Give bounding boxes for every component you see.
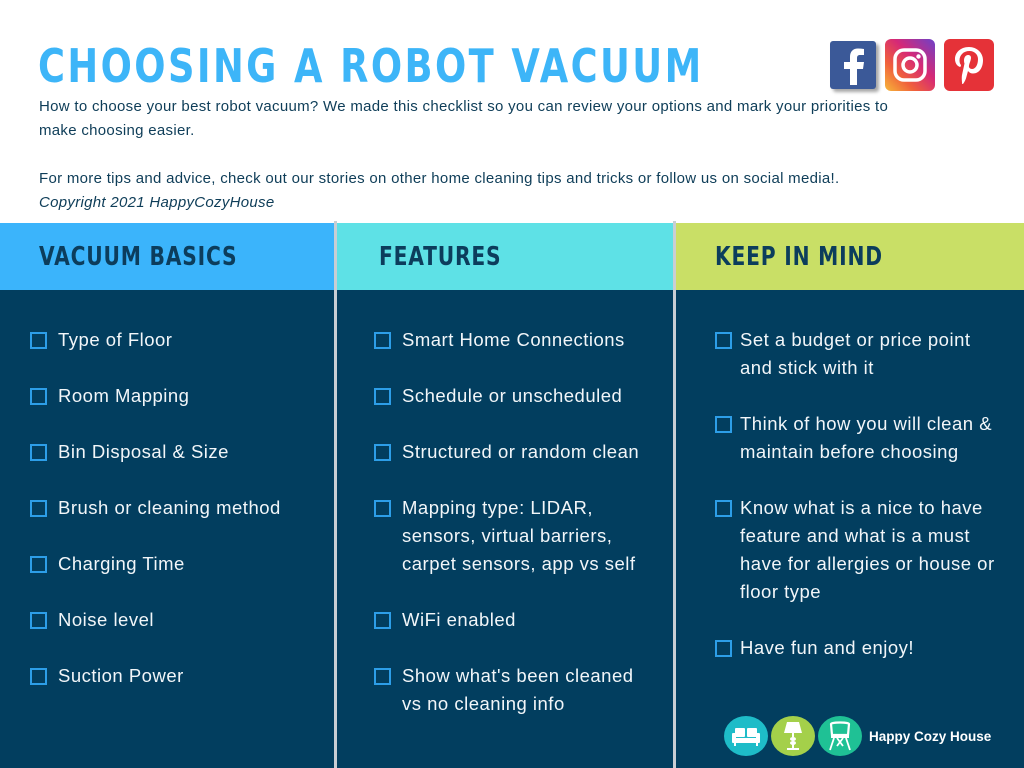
checklist-item-label: Set a budget or price point and stick wi…: [740, 329, 971, 378]
checkbox[interactable]: [715, 640, 732, 657]
checkbox[interactable]: [30, 556, 47, 573]
column-divider: [334, 221, 337, 768]
checklist-item: Noise level: [30, 606, 335, 634]
checkbox[interactable]: [374, 332, 391, 349]
facebook-link[interactable]: [830, 41, 876, 89]
checklist-item-label: Type of Floor: [58, 329, 173, 350]
column-header: VACUUM BASICS: [0, 223, 335, 290]
checkbox[interactable]: [715, 416, 732, 433]
checkbox[interactable]: [30, 444, 47, 461]
checklist-item-label: Suction Power: [58, 665, 184, 686]
column-heading: KEEP IN MIND: [715, 241, 883, 272]
checklist-item-label: Bin Disposal & Size: [58, 441, 229, 462]
page-title: CHOOSING A ROBOT VACUUM: [38, 39, 704, 93]
chair-icon: [818, 716, 862, 756]
facebook-icon: [844, 48, 864, 85]
checklist-item-label: Have fun and enjoy!: [740, 637, 915, 658]
column-header: KEEP IN MIND: [674, 223, 1024, 290]
checklist-item-label: Schedule or unscheduled: [402, 385, 623, 406]
tips-paragraph: For more tips and advice, check out our …: [39, 170, 840, 187]
checklist-item: Brush or cleaning method: [30, 494, 335, 522]
checkbox[interactable]: [374, 388, 391, 405]
copyright-text: Copyright 2021 HappyCozyHouse: [39, 194, 275, 211]
column-features: FEATURES Smart Home Connections Schedule …: [335, 223, 674, 768]
checklist-item-label: Brush or cleaning method: [58, 497, 281, 518]
checklist-item: Have fun and enjoy!: [715, 634, 1024, 662]
lamp-icon: [771, 716, 815, 756]
checkbox[interactable]: [374, 500, 391, 517]
checkbox[interactable]: [30, 332, 47, 349]
checklist: Smart Home Connections Schedule or unsche…: [335, 326, 674, 718]
checklist-item: Bin Disposal & Size: [30, 438, 335, 466]
checklist-item-label: Think of how you will clean & maintain b…: [740, 413, 993, 462]
checklist-item-label: Mapping type: LIDAR, sensors, virtual ba…: [402, 497, 636, 574]
checkbox[interactable]: [30, 500, 47, 517]
column-header: FEATURES: [335, 223, 674, 290]
brand-logo: Happy Cozy House: [724, 716, 991, 756]
social-links: [830, 39, 994, 91]
column-heading: VACUUM BASICS: [39, 241, 238, 272]
brand-name: Happy Cozy House: [869, 728, 992, 744]
checklist-item-label: Room Mapping: [58, 385, 190, 406]
checkbox[interactable]: [374, 444, 391, 461]
checklist-item-label: Smart Home Connections: [402, 329, 625, 350]
instagram-icon: [893, 48, 927, 82]
checklist-board: VACUUM BASICS Type of Floor Room Mapping B…: [0, 221, 1024, 768]
intro-paragraph-cont: make choosing easier.: [39, 122, 195, 139]
checkbox[interactable]: [374, 612, 391, 629]
checkbox[interactable]: [374, 668, 391, 685]
intro-paragraph: How to choose your best robot vacuum? We…: [39, 98, 889, 115]
checklist-item: Show what's been cleaned vs no cleaning …: [374, 662, 674, 718]
checklist-item: Type of Floor: [30, 326, 335, 354]
sofa-icon: [724, 716, 768, 756]
checklist-item-label: Structured or random clean: [402, 441, 640, 462]
intro-text: How to choose your best robot vacuum? We…: [39, 95, 989, 215]
checklist-item: WiFi enabled: [374, 606, 674, 634]
checkbox[interactable]: [30, 388, 47, 405]
checklist-item-label: Noise level: [58, 609, 154, 630]
column-keep-in-mind: KEEP IN MIND Set a budget or price point…: [674, 223, 1024, 768]
checklist-item-label: Show what's been cleaned vs no cleaning …: [402, 665, 634, 714]
checklist-item: Mapping type: LIDAR, sensors, virtual ba…: [374, 494, 674, 578]
checklist: Set a budget or price point and stick wi…: [674, 326, 1024, 662]
pinterest-link[interactable]: [944, 39, 994, 91]
checklist-item: Think of how you will clean & maintain b…: [715, 410, 1024, 466]
checklist-item: Charging Time: [30, 550, 335, 578]
checkbox[interactable]: [30, 668, 47, 685]
checklist-item: Structured or random clean: [374, 438, 674, 466]
checklist-item: Room Mapping: [30, 382, 335, 410]
column-divider: [673, 221, 676, 768]
checkbox[interactable]: [715, 332, 732, 349]
checklist-item: Suction Power: [30, 662, 335, 690]
checklist-item-label: Charging Time: [58, 553, 185, 574]
checklist: Type of Floor Room Mapping Bin Disposal & …: [0, 326, 335, 690]
column-vacuum-basics: VACUUM BASICS Type of Floor Room Mapping B…: [0, 223, 335, 768]
checklist-item: Know what is a nice to have feature and …: [715, 494, 1024, 606]
pinterest-icon: [955, 47, 983, 84]
column-heading: FEATURES: [379, 241, 502, 272]
checkbox[interactable]: [30, 612, 47, 629]
instagram-link[interactable]: [885, 39, 935, 91]
checklist-item: Schedule or unscheduled: [374, 382, 674, 410]
checklist-item: Smart Home Connections: [374, 326, 674, 354]
checklist-item: Set a budget or price point and stick wi…: [715, 326, 1024, 382]
checkbox[interactable]: [715, 500, 732, 517]
checklist-item-label: WiFi enabled: [402, 609, 516, 630]
checklist-item-label: Know what is a nice to have feature and …: [740, 497, 995, 602]
